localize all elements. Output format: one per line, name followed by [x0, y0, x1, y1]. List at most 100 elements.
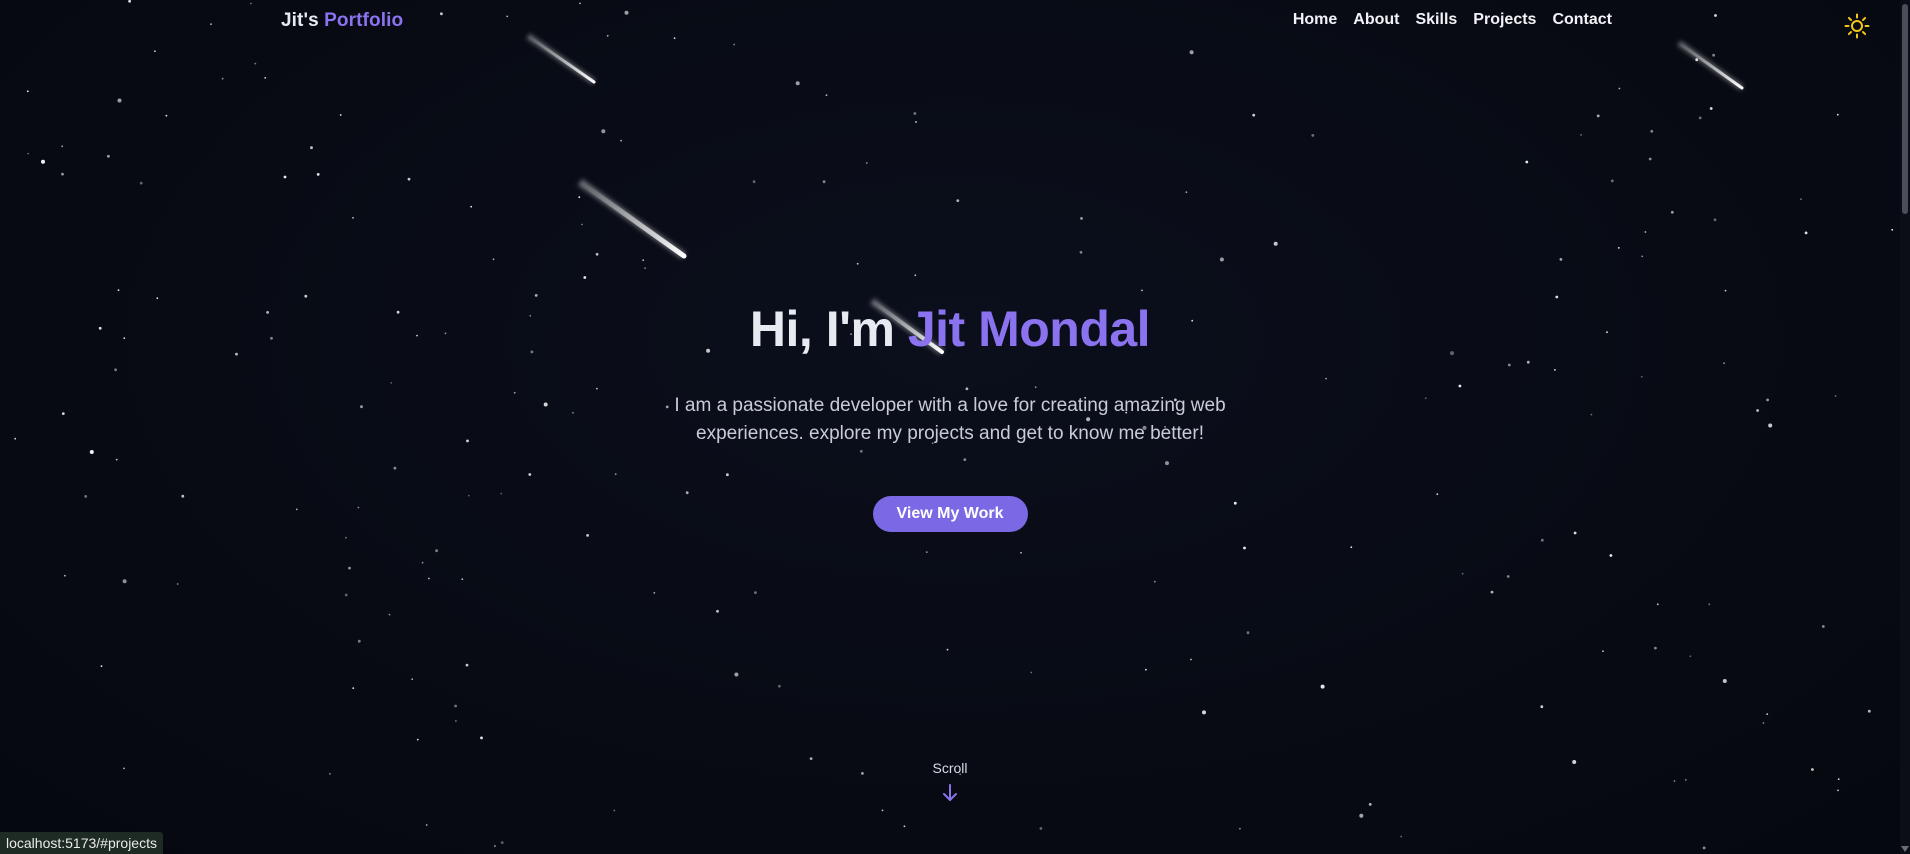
nav-skills[interactable]: Skills [1415, 11, 1457, 29]
star [822, 180, 826, 184]
star [117, 289, 120, 291]
star [1311, 134, 1315, 137]
star [1359, 813, 1364, 818]
star [620, 139, 622, 142]
star [411, 678, 414, 681]
star [601, 129, 606, 134]
star [100, 665, 103, 667]
star [642, 259, 645, 262]
star [1555, 295, 1559, 299]
star [1891, 228, 1894, 231]
star [1580, 134, 1582, 136]
star [1243, 546, 1246, 550]
star [754, 591, 757, 594]
star [1800, 198, 1802, 201]
star [913, 112, 917, 115]
star [946, 648, 949, 651]
page-scrollbar[interactable] [1900, 0, 1910, 854]
star [1766, 713, 1769, 715]
star [1702, 846, 1706, 850]
hero-name: Jit Mondal [907, 301, 1151, 357]
star [1722, 679, 1727, 683]
star [117, 98, 122, 103]
brand-prefix: Jit's [281, 10, 319, 31]
star [1079, 250, 1083, 254]
star [428, 577, 430, 580]
nav-contact[interactable]: Contact [1552, 11, 1612, 29]
star [1656, 603, 1659, 606]
sun-icon [1844, 13, 1870, 39]
star [1713, 218, 1717, 222]
scroll-indicator[interactable]: Scroll [900, 760, 1000, 804]
star [344, 593, 348, 597]
star [1724, 289, 1727, 292]
star [1602, 650, 1604, 653]
star [595, 252, 599, 256]
star [1572, 760, 1577, 764]
star [26, 90, 29, 93]
star [1708, 603, 1711, 606]
theme-toggle-button[interactable] [1844, 13, 1870, 39]
star [1030, 671, 1033, 674]
brand-accent: Portfolio [324, 10, 404, 31]
hero-section: Hi, I'm Jit Mondal I am a passionate dev… [0, 300, 1900, 532]
star [915, 121, 917, 123]
star [61, 145, 64, 148]
star [1762, 722, 1765, 724]
star [1648, 157, 1652, 161]
nav-projects[interactable]: Projects [1473, 11, 1536, 29]
star [1350, 546, 1353, 549]
star [304, 294, 308, 298]
star [1654, 646, 1657, 650]
star [470, 205, 473, 208]
star [454, 704, 457, 708]
star [156, 297, 159, 300]
scrollbar-thumb[interactable] [1902, 4, 1908, 214]
star [1836, 113, 1839, 116]
star [435, 549, 438, 553]
star [316, 173, 320, 176]
star [107, 154, 110, 158]
star [492, 258, 495, 261]
star [881, 809, 884, 812]
star [1573, 531, 1577, 535]
star [716, 609, 719, 613]
star [352, 687, 355, 689]
star [1461, 572, 1464, 575]
nav-home[interactable]: Home [1293, 11, 1337, 29]
star [465, 663, 469, 667]
star [1698, 116, 1702, 120]
brand-logo[interactable]: Jit's Portfolio [281, 10, 403, 32]
star [1020, 551, 1022, 554]
star [956, 199, 960, 203]
star [123, 767, 125, 770]
star [1219, 257, 1224, 262]
star [264, 77, 267, 79]
star [1320, 684, 1325, 689]
star [407, 177, 411, 181]
star [500, 841, 504, 844]
meteor [577, 178, 687, 260]
star [357, 639, 361, 643]
star [1490, 590, 1494, 594]
star [388, 613, 391, 616]
star [1540, 705, 1544, 709]
hero-greeting: Hi, I'm [749, 301, 895, 357]
star [455, 720, 457, 722]
nav-about[interactable]: About [1353, 11, 1399, 29]
star [283, 175, 287, 179]
star [1821, 625, 1825, 628]
star [1641, 255, 1644, 258]
star [1400, 835, 1403, 838]
view-my-work-button[interactable]: View My Work [872, 496, 1028, 532]
meteor [1677, 40, 1744, 91]
star [1368, 803, 1372, 806]
scrollbar-down-arrow[interactable] [1901, 846, 1909, 852]
scroll-label: Scroll [932, 760, 968, 776]
star [494, 845, 496, 847]
star [310, 146, 313, 150]
star [1709, 107, 1713, 110]
star [1673, 780, 1676, 782]
portfolio-page: Jit's Portfolio Home About Skills Projec… [0, 0, 1910, 854]
star [914, 274, 917, 277]
